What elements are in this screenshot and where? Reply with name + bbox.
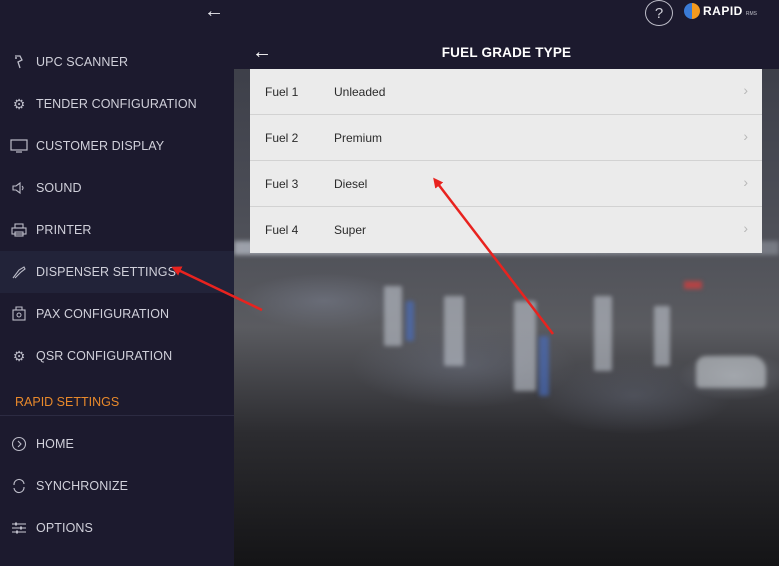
fuel-nozzle-icon [10, 263, 28, 281]
page-title: FUEL GRADE TYPE [441, 45, 572, 60]
sidebar-item-synchronize[interactable]: SYNCHRONIZE [0, 465, 234, 507]
sidebar-item-label: DISPENSER SETTINGS [36, 265, 177, 279]
gear-icon: ⚙ [12, 347, 26, 364]
red-light [684, 281, 702, 289]
sync-icon [10, 477, 28, 495]
sidebar-item-label: PRINTER [36, 223, 92, 237]
main-header: ← FUEL GRADE TYPE [234, 36, 779, 69]
speaker-icon [10, 179, 28, 197]
fuel-name: Unleaded [334, 85, 386, 99]
fuel-name: Premium [334, 131, 383, 145]
fuel-row-4[interactable]: Fuel 4 Super › [250, 207, 762, 253]
logo-mark-icon [684, 3, 700, 19]
arrow-left-icon: ← [204, 0, 224, 22]
sidebar-item-pax-configuration[interactable]: PAX CONFIGURATION [0, 293, 234, 335]
sidebar-item-printer[interactable]: PRINTER [0, 209, 234, 251]
pump [514, 301, 536, 391]
chevron-right-icon: › [743, 220, 748, 236]
fuel-name: Diesel [334, 177, 368, 191]
section-divider [0, 415, 234, 416]
pump [594, 296, 612, 371]
sidebar-item-home[interactable]: HOME [0, 423, 234, 465]
sidebar-item-qsr-configuration[interactable]: ⚙ QSR CONFIGURATION [0, 335, 234, 377]
gear-icon: ⚙ [12, 95, 26, 112]
pump [539, 336, 549, 396]
sidebar-item-label: QSR CONFIGURATION [36, 349, 173, 363]
fuel-number: Fuel 4 [265, 223, 299, 237]
sidebar-item-tender-configuration[interactable]: ⚙ TENDER CONFIGURATION [0, 83, 234, 125]
sidebar-item-options[interactable]: OPTIONS [0, 507, 234, 549]
fuel-name: Super [334, 223, 367, 237]
fuel-row-1[interactable]: Fuel 1 Unleaded › [250, 69, 762, 115]
sidebar-item-label: UPC SCANNER [36, 55, 129, 69]
top-bar: ← ? RAPID RMS [0, 0, 779, 36]
fuel-row-3[interactable]: Fuel 3 Diesel › [250, 161, 762, 207]
main-panel: ← FUEL GRADE TYPE Fuel 1 Unleaded › Fuel… [234, 36, 779, 566]
sidebar-item-customer-display[interactable]: CUSTOMER DISPLAY [0, 125, 234, 167]
pump [444, 296, 464, 366]
help-icon: ? [654, 4, 664, 22]
pump [406, 301, 414, 341]
pump [654, 306, 670, 366]
sidebar-item-label: TENDER CONFIGURATION [36, 97, 197, 111]
sidebar-item-label: SYNCHRONIZE [36, 479, 129, 493]
fuel-grade-list: Fuel 1 Unleaded › Fuel 2 Premium › Fuel … [250, 69, 762, 253]
fuel-number: Fuel 3 [265, 177, 299, 191]
section-title-rapid-settings: RAPID SETTINGS [15, 395, 120, 409]
sidebar: UPC SCANNER ⚙ TENDER CONFIGURATION CUSTO… [0, 36, 234, 566]
sliders-icon [10, 519, 28, 537]
fuel-row-2[interactable]: Fuel 2 Premium › [250, 115, 762, 161]
sidebar-item-label: OPTIONS [36, 521, 93, 535]
home-icon [10, 435, 28, 453]
sidebar-item-label: PAX CONFIGURATION [36, 307, 170, 321]
sidebar-back-button[interactable]: ← [200, 0, 228, 22]
sidebar-item-label: HOME [36, 437, 74, 451]
sidebar-item-label: SOUND [36, 181, 82, 195]
fuel-number: Fuel 1 [265, 85, 299, 99]
sidebar-item-dispenser-settings[interactable]: DISPENSER SETTINGS [0, 251, 234, 293]
chevron-right-icon: › [743, 128, 748, 144]
sidebar-item-label: CUSTOMER DISPLAY [36, 139, 165, 153]
sidebar-item-sound[interactable]: SOUND [0, 167, 234, 209]
monitor-icon [10, 137, 28, 155]
pump [384, 286, 402, 346]
help-button[interactable]: ? [645, 0, 673, 26]
logo-text: RAPID [703, 4, 743, 18]
fuel-number: Fuel 2 [265, 131, 299, 145]
chevron-right-icon: › [743, 82, 748, 98]
scanner-icon [10, 53, 28, 71]
chevron-right-icon: › [743, 174, 748, 190]
terminal-icon [10, 305, 28, 323]
car [696, 356, 766, 388]
logo-subtext: RMS [745, 10, 757, 17]
printer-icon [10, 221, 28, 239]
sidebar-item-upc-scanner[interactable]: UPC SCANNER [0, 41, 234, 83]
rapid-logo: RAPID RMS [684, 2, 757, 20]
